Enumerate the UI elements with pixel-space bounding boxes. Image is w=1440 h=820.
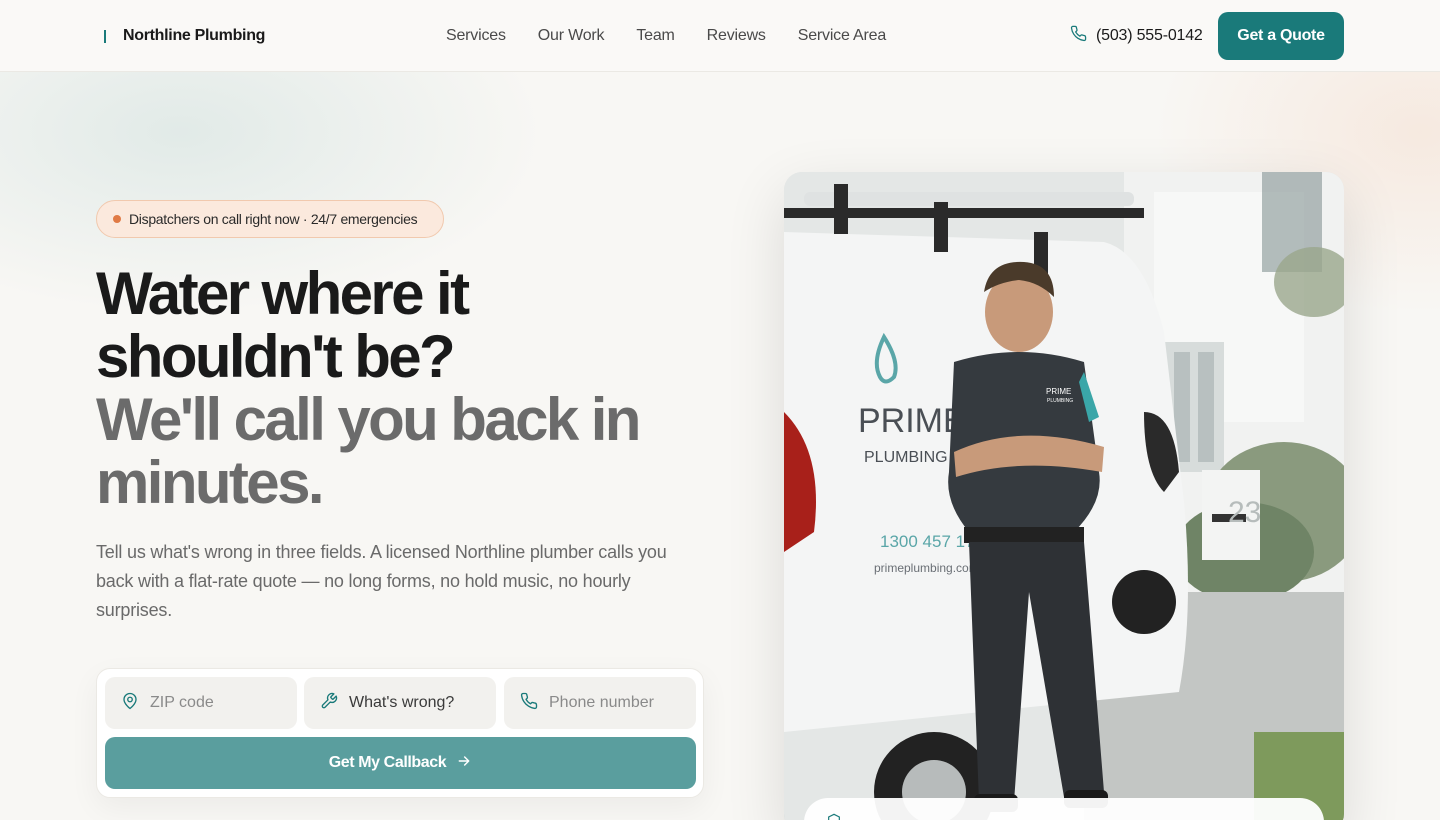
house-number: 23 xyxy=(1228,496,1261,529)
site-header: Northline Plumbing Services Our Work Tea… xyxy=(0,0,1440,72)
headline-line-2: shouldn't be? xyxy=(96,323,456,390)
shirt-logo-bottom: PLUMBING xyxy=(1047,398,1073,404)
phone-field[interactable] xyxy=(504,677,696,729)
status-badge-text: Dispatchers on call right now · 24/7 eme… xyxy=(129,211,418,227)
status-dot xyxy=(113,215,121,223)
get-a-quote-button[interactable]: Get a Quote xyxy=(1218,12,1344,60)
shirt-logo-top: PRIME xyxy=(1046,387,1071,396)
van-brand-top: PRIME xyxy=(858,402,966,440)
issue-select[interactable]: What's wrong? xyxy=(304,677,496,729)
nav-our-work[interactable]: Our Work xyxy=(538,27,605,45)
headline-line-3: We'll call you back in xyxy=(96,386,641,453)
nav-service-area[interactable]: Service Area xyxy=(798,27,887,45)
status-badge: Dispatchers on call right now · 24/7 eme… xyxy=(96,200,444,238)
arrow-right-icon xyxy=(456,753,472,774)
zip-input[interactable] xyxy=(150,694,270,712)
zip-field[interactable] xyxy=(105,677,297,729)
get-my-callback-button[interactable]: Get My Callback xyxy=(105,737,696,789)
main-nav: Services Our Work Team Reviews Service A… xyxy=(446,0,886,72)
brand[interactable]: Northline Plumbing xyxy=(104,0,265,72)
brand-mark xyxy=(104,29,106,43)
headline-line-4: minutes. xyxy=(96,449,325,516)
map-pin-icon xyxy=(121,692,139,715)
brand-name: Northline Plumbing xyxy=(123,27,266,44)
nav-team[interactable]: Team xyxy=(636,27,675,45)
plumber-van-illustration: 23 PRIME PLUMBING 1300 457 174 primeplum… xyxy=(784,172,1344,820)
hero-subtext: Tell us what's wrong in three fields. A … xyxy=(96,542,667,620)
headline-line-1: Water where it xyxy=(96,260,470,327)
phone-icon xyxy=(520,692,538,715)
shield-icon xyxy=(826,813,842,820)
photo-caption-pill xyxy=(804,798,1324,820)
get-my-callback-label: Get My Callback xyxy=(328,754,447,771)
nav-services[interactable]: Services xyxy=(446,27,506,45)
nav-reviews[interactable]: Reviews xyxy=(707,27,766,45)
hero-photo-plumber: 23 PRIME PLUMBING 1300 457 174 primeplum… xyxy=(784,172,1344,820)
phone-input[interactable] xyxy=(549,694,669,712)
header-phone-link[interactable]: (503) 555-0142 xyxy=(1070,0,1203,72)
van-brand-bottom: PLUMBING xyxy=(864,449,948,466)
hero-headline: Water where it shouldn't be? We'll call … xyxy=(96,262,716,514)
header-phone-number: (503) 555-0142 xyxy=(1096,27,1203,44)
issue-select-value: What's wrong? xyxy=(349,694,455,711)
callback-form: What's wrong? Get My Callback xyxy=(96,668,704,798)
wrench-icon xyxy=(320,692,338,715)
phone-icon xyxy=(1070,25,1087,47)
